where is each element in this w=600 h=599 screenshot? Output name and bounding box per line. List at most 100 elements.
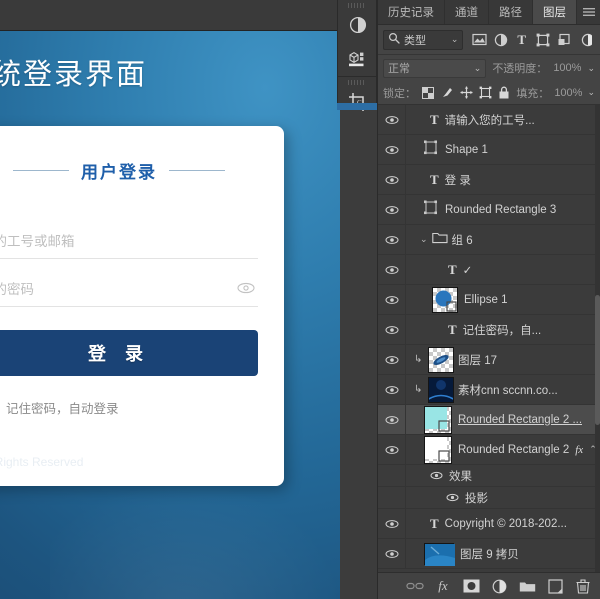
layer-list[interactable]: T 请输入您的工号... Shape 1 T 登 录 Rounded Recta…	[378, 105, 600, 572]
login-button[interactable]: 登 录	[0, 330, 258, 376]
layer-list-scrollbar[interactable]	[595, 105, 600, 572]
table-row[interactable]: T 记住密码，自...	[378, 315, 600, 345]
tab-layers[interactable]: 图层	[533, 0, 577, 24]
layer-content[interactable]: ⌄ 组 6	[406, 225, 600, 254]
table-row[interactable]: 投影	[378, 487, 600, 509]
table-row[interactable]: 效果	[378, 465, 600, 487]
chevron-down-icon-blend[interactable]: ⌄	[474, 63, 482, 74]
fill-value[interactable]: 100%	[554, 87, 582, 99]
chevron-down-icon-opacity[interactable]: ⌄	[587, 63, 595, 74]
layer-thumbnail[interactable]	[428, 346, 454, 373]
document-canvas[interactable]: 统登录界面 用户登录 您的工号或邮箱 您的密码 登	[0, 31, 340, 599]
new-layer-button[interactable]	[542, 575, 568, 597]
floating-tool-palette[interactable]: C	[337, 0, 377, 111]
layer-content[interactable]: 投影	[406, 487, 600, 508]
eye-icon[interactable]	[378, 255, 406, 284]
filter-shape-icon[interactable]	[532, 29, 553, 51]
eye-icon[interactable]	[378, 375, 406, 404]
eye-icon[interactable]	[236, 278, 256, 298]
filter-smartobject-icon[interactable]	[553, 29, 574, 51]
adjustments-icon[interactable]	[338, 8, 377, 42]
layer-content[interactable]: Rounded Rectangle 3	[406, 195, 600, 224]
layer-thumbnail[interactable]	[424, 542, 455, 566]
lock-row[interactable]: 锁定： 填充： 100% ⌄	[378, 81, 600, 105]
layer-content[interactable]: T 请输入您的工号...	[406, 105, 600, 134]
table-row[interactable]: ↳ 图层 17	[378, 345, 600, 375]
scrollbar-thumb[interactable]	[595, 295, 600, 425]
layer-content[interactable]: T ✓	[406, 255, 600, 284]
layer-content[interactable]: Rounded Rectangle 2 fx ⌃	[406, 435, 600, 464]
table-row[interactable]: T 登 录	[378, 165, 600, 195]
layer-content[interactable]: 图层 9 拷贝	[406, 539, 600, 568]
lock-all-icon[interactable]	[497, 85, 511, 101]
layer-content[interactable]: T 登 录	[406, 165, 600, 194]
layer-content[interactable]: T Copyright © 2018-202...	[406, 509, 600, 538]
remember-password-row[interactable]: 记住密码，自动登录	[0, 398, 119, 417]
filter-type-select[interactable]: 类型 ⌄	[383, 29, 464, 50]
eye-icon[interactable]	[378, 195, 406, 224]
layer-content[interactable]: ↳ 图层 17	[406, 345, 600, 374]
table-row[interactable]: Rounded Rectangle 2 ...	[378, 405, 600, 435]
table-row[interactable]: ↳ 素材cnn sccnn.co...	[378, 375, 600, 405]
password-field[interactable]: 您的密码	[0, 269, 258, 307]
layer-content[interactable]: ↳ 素材cnn sccnn.co...	[406, 375, 600, 404]
filter-toggle-icon[interactable]	[574, 29, 595, 51]
layer-content[interactable]: Shape 1	[406, 135, 600, 164]
filter-type-icon[interactable]: T	[511, 29, 532, 51]
filter-adjustment-icon[interactable]	[490, 29, 511, 51]
layer-content[interactable]: Ellipse 1	[406, 285, 600, 314]
eye-icon[interactable]	[430, 467, 443, 485]
filter-pixel-icon[interactable]	[469, 29, 490, 51]
eye-icon[interactable]	[378, 165, 406, 194]
eye-icon[interactable]	[378, 135, 406, 164]
layer-mask-button[interactable]	[458, 575, 484, 597]
tab-channels[interactable]: 通道	[445, 0, 489, 24]
layer-content[interactable]: 效果	[406, 465, 600, 486]
table-row[interactable]: T ✓	[378, 255, 600, 285]
layer-thumbnail[interactable]	[432, 286, 458, 313]
layer-style-button[interactable]: fx	[430, 575, 456, 597]
delete-layer-button[interactable]	[570, 575, 596, 597]
panel-menu-icon[interactable]	[578, 0, 600, 24]
crop-tool-icon[interactable]: C	[338, 85, 377, 119]
layers-panel[interactable]: 历史记录 通道 路径 图层 类型 ⌄ T 正常 ⌄ 不透明度： 100% ⌄ 锁…	[377, 0, 600, 599]
lock-position-icon[interactable]	[459, 85, 473, 101]
eye-icon[interactable]	[378, 405, 406, 434]
eye-icon[interactable]	[378, 315, 406, 344]
table-row[interactable]: Rounded Rectangle 3	[378, 195, 600, 225]
eye-icon[interactable]	[378, 105, 406, 134]
eye-icon[interactable]	[446, 489, 459, 507]
tab-history[interactable]: 历史记录	[378, 0, 445, 24]
opacity-value[interactable]: 100%	[553, 62, 581, 74]
layer-thumbnail[interactable]	[424, 435, 452, 464]
table-row[interactable]: Rounded Rectangle 2 fx ⌃	[378, 435, 600, 465]
link-layers-button[interactable]	[402, 575, 428, 597]
eye-icon[interactable]	[378, 225, 406, 254]
group-expand-chevron-icon[interactable]: ⌄	[420, 234, 428, 245]
fx-icon[interactable]: fx	[575, 444, 583, 456]
lock-transparent-icon[interactable]	[421, 85, 435, 101]
blend-mode-select[interactable]: 正常 ⌄	[383, 58, 487, 78]
layers-panel-bottom-toolbar[interactable]: fx	[378, 572, 600, 599]
layer-thumbnail[interactable]	[424, 405, 452, 434]
table-row[interactable]: Ellipse 1	[378, 285, 600, 315]
eye-icon[interactable]	[378, 539, 406, 568]
adjustment-layer-button[interactable]	[486, 575, 512, 597]
panel-tab-bar[interactable]: 历史记录 通道 路径 图层	[378, 0, 600, 25]
properties-3d-icon[interactable]	[338, 42, 377, 76]
table-row[interactable]: Shape 1	[378, 135, 600, 165]
username-field[interactable]: 您的工号或邮箱	[0, 221, 258, 259]
layer-filter-row[interactable]: 类型 ⌄ T	[378, 25, 600, 55]
table-row[interactable]: 图层 9 拷贝	[378, 539, 600, 569]
lock-image-icon[interactable]	[440, 85, 454, 101]
blend-mode-row[interactable]: 正常 ⌄ 不透明度： 100% ⌄	[378, 55, 600, 81]
layer-thumbnail[interactable]	[428, 376, 454, 403]
table-row[interactable]: T Copyright © 2018-202...	[378, 509, 600, 539]
eye-icon[interactable]	[378, 345, 406, 374]
tab-paths[interactable]: 路径	[489, 0, 533, 24]
eye-icon[interactable]	[378, 509, 406, 538]
table-row[interactable]: ⌄ 组 6	[378, 225, 600, 255]
eye-icon[interactable]	[378, 285, 406, 314]
layer-content[interactable]: T 记住密码，自...	[406, 315, 600, 344]
chevron-down-icon[interactable]: ⌄	[451, 34, 459, 45]
